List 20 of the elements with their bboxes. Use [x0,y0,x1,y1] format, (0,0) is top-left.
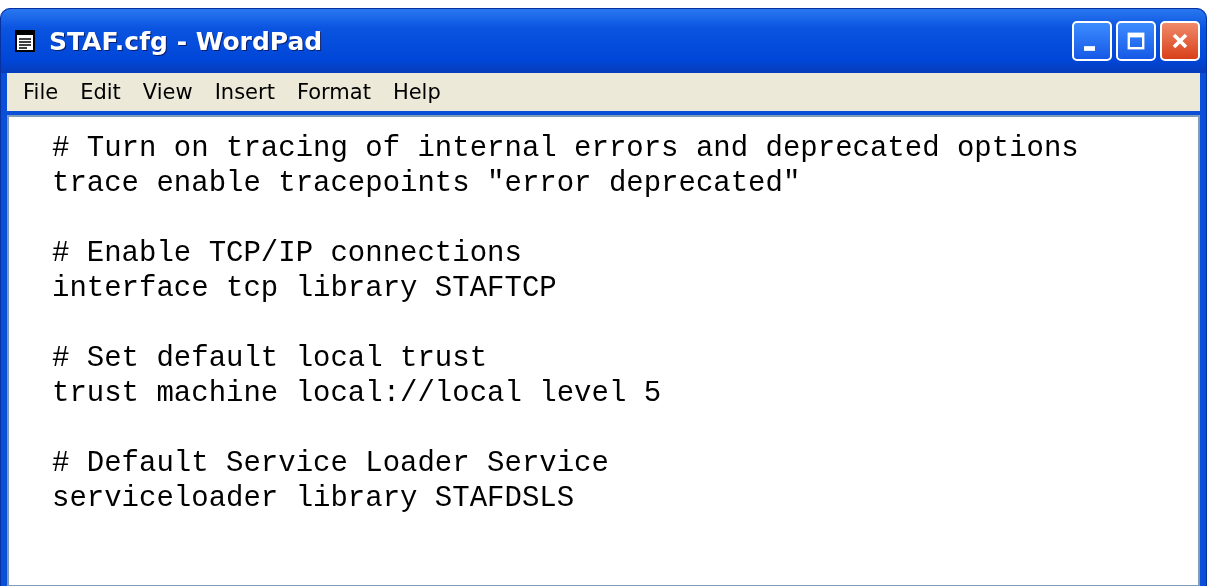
text-line: interface tcp library STAFTCP [52,271,558,306]
maximize-button[interactable] [1116,21,1156,61]
minimize-icon [1083,45,1095,51]
text-line: trust machine local://local level 5 [52,376,663,411]
menu-item[interactable]: Format [286,80,383,104]
menu-item[interactable]: Edit [70,80,133,104]
text-line: # Turn on tracing of internal errors and deprecated options [52,131,1080,166]
text-line: trace enable tracepoints "error deprecated" [52,166,802,201]
text-line: # Enable TCP/IP connections [52,236,523,271]
menu-item[interactable]: Insert [204,80,287,104]
close-button[interactable] [1160,21,1200,61]
text-line: # Default Service Loader Service [52,446,610,481]
text-line: serviceloader library STAFDSLS [52,481,576,516]
document-icon [15,30,35,52]
menu-item[interactable]: Help [382,80,453,104]
menu-item[interactable]: File [13,80,71,104]
menu-item[interactable]: View [132,80,205,104]
minimize-button[interactable] [1072,21,1112,61]
window-title: STAF.cfg - WordPad [49,26,323,56]
text-line: # Set default local trust [52,341,489,376]
